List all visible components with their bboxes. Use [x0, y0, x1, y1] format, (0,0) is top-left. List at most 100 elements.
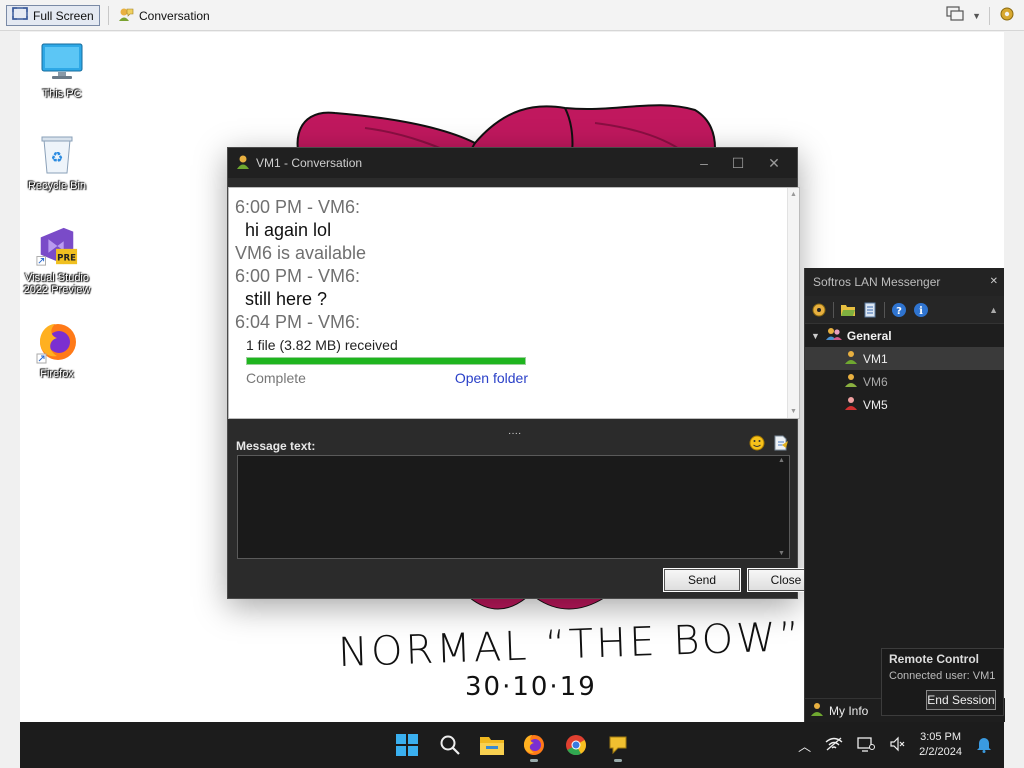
minimize-icon[interactable]: –	[687, 152, 721, 174]
clock-date: 2/2/2024	[919, 746, 962, 758]
message-input[interactable]	[237, 455, 790, 559]
chat-log[interactable]: 6:00 PM - VM6: hi again lol VM6 is avail…	[228, 187, 800, 419]
collapse-icon[interactable]: ▲	[989, 305, 998, 315]
taskbar: ︿ 3:05 PM 2/2/2024	[20, 722, 1004, 768]
volume-muted-icon[interactable]	[889, 736, 905, 755]
firefox-icon	[35, 320, 79, 364]
message-scrollbar[interactable]: ▲ ▼	[776, 456, 788, 558]
close-icon[interactable]: ✕	[990, 276, 998, 287]
svg-text:♻: ♻	[51, 150, 64, 166]
message-timestamp: 6:00 PM - VM6:	[235, 266, 361, 286]
message-text: still here ?	[245, 289, 328, 309]
presence-status: VM6 is available	[235, 243, 367, 263]
my-info-label: My Info	[829, 703, 869, 718]
search-icon[interactable]	[433, 728, 467, 762]
viewer-toolbar: Full Screen Conversation ▼	[0, 0, 1024, 31]
drawing-date: 30·10·19	[465, 672, 597, 702]
user-item-vm6[interactable]: VM6	[805, 370, 1004, 393]
conversation-label: Conversation	[139, 8, 210, 23]
conversation-button[interactable]: Conversation	[113, 5, 215, 26]
open-folder-link[interactable]: Open folder	[455, 370, 528, 386]
message-timestamp: 6:04 PM - VM6:	[235, 312, 361, 332]
windows-start-icon[interactable]	[390, 728, 424, 762]
splitter-handle[interactable]: ····	[508, 428, 521, 439]
message-text: hi again lol	[245, 220, 332, 240]
remote-control-title: Remote Control	[889, 652, 979, 666]
svg-text:i: i	[919, 306, 923, 317]
file-progress-fill	[247, 358, 525, 364]
chat-scrollbar[interactable]: ▲ ▼	[787, 188, 799, 418]
viewer-right-tools: ▼	[946, 0, 1024, 31]
display-icon[interactable]	[857, 736, 876, 755]
firefox-icon[interactable]	[517, 728, 551, 762]
user-item-vm5[interactable]: VM5	[805, 393, 1004, 416]
full-screen-label: Full Screen	[33, 8, 94, 23]
folder-icon[interactable]	[840, 302, 856, 318]
softros-icon[interactable]	[601, 728, 635, 762]
help-icon[interactable]: ?	[891, 302, 907, 318]
clock[interactable]: 3:05 PM 2/2/2024	[919, 730, 962, 760]
system-tray: ︿ 3:05 PM 2/2/2024	[798, 722, 992, 768]
toolbar-divider	[989, 6, 990, 25]
toolbar-divider	[884, 301, 885, 318]
group-general[interactable]: ▼ General	[805, 324, 1004, 347]
chrome-icon[interactable]	[559, 728, 593, 762]
user-name: VM1	[863, 351, 888, 366]
file-transfer-text: 1 file (3.82 MB) received	[246, 337, 398, 353]
desktop-icon-this-pc[interactable]: This PC	[22, 40, 102, 100]
softros-title: Softros LAN Messenger	[805, 268, 1004, 296]
message-timestamp: 6:00 PM - VM6:	[235, 197, 361, 217]
user-item-vm1[interactable]: VM1	[805, 347, 1004, 370]
recycle-bin-icon: ♻	[35, 132, 79, 176]
file-transfer-status: Complete	[246, 370, 306, 386]
file-explorer-icon[interactable]	[475, 728, 509, 762]
chevron-down-icon: ▼	[811, 330, 820, 341]
user-away-icon	[845, 373, 857, 390]
visual-studio-icon: PRE	[35, 224, 79, 268]
user-icon	[811, 702, 823, 719]
display-icon[interactable]	[946, 6, 964, 25]
scroll-up-icon[interactable]: ▲	[790, 191, 797, 198]
user-name: VM5	[863, 397, 888, 412]
document-icon[interactable]	[862, 302, 878, 318]
scroll-down-icon[interactable]: ▼	[790, 408, 797, 415]
conversation-title: VM1 - Conversation	[256, 156, 363, 170]
notification-bell-icon[interactable]	[976, 735, 992, 756]
scroll-up-icon[interactable]: ▲	[778, 457, 785, 464]
remote-control-popup: Remote Control Connected user: VM1 End S…	[881, 648, 1004, 716]
end-session-button[interactable]: End Session	[926, 690, 996, 710]
settings-gear-icon[interactable]	[811, 302, 827, 318]
group-label: General	[846, 328, 892, 343]
settings-gear-icon[interactable]	[998, 5, 1016, 26]
message-text-label: Message text:	[236, 439, 316, 453]
file-transfer: 1 file (3.82 MB) received Complete Open …	[235, 335, 799, 386]
network-icon[interactable]	[825, 737, 843, 754]
svg-text:?: ?	[896, 306, 902, 317]
chevron-up-icon[interactable]: ︿	[798, 736, 811, 755]
maximize-icon[interactable]: ☐	[721, 152, 755, 174]
softros-toolbar: ? i ▲	[805, 296, 1004, 324]
info-icon[interactable]: i	[913, 302, 929, 318]
chevron-down-icon[interactable]: ▼	[972, 11, 981, 21]
connected-user-text: Connected user: VM1	[889, 670, 996, 682]
user-name: VM6	[863, 374, 888, 389]
monitor-icon	[40, 40, 84, 84]
close-icon[interactable]: ✕	[757, 152, 791, 174]
emoticon-icon[interactable]	[749, 435, 765, 454]
scroll-down-icon[interactable]: ▼	[778, 550, 785, 557]
desktop-icon-firefox[interactable]: Firefox	[20, 320, 97, 380]
user-online-icon	[845, 350, 857, 367]
desktop-icon-visual-studio[interactable]: PRE Visual Studio 2022 Preview	[20, 224, 97, 296]
full-screen-button[interactable]: Full Screen	[6, 5, 100, 26]
message-tools	[749, 435, 789, 454]
clock-time: 3:05 PM	[920, 731, 962, 743]
toolbar-divider	[108, 6, 109, 25]
full-screen-icon	[12, 7, 28, 24]
desktop-icon-recycle-bin[interactable]: ♻ Recycle Bin	[20, 132, 97, 192]
file-progress-bar	[246, 357, 526, 365]
send-button[interactable]: Send	[663, 568, 741, 592]
svg-text:PRE: PRE	[57, 253, 76, 263]
send-file-icon[interactable]	[773, 435, 789, 454]
drawing-caption: NORMAL “THE BOW”	[337, 613, 804, 677]
conversation-titlebar[interactable]: VM1 - Conversation – ☐ ✕	[228, 148, 797, 178]
